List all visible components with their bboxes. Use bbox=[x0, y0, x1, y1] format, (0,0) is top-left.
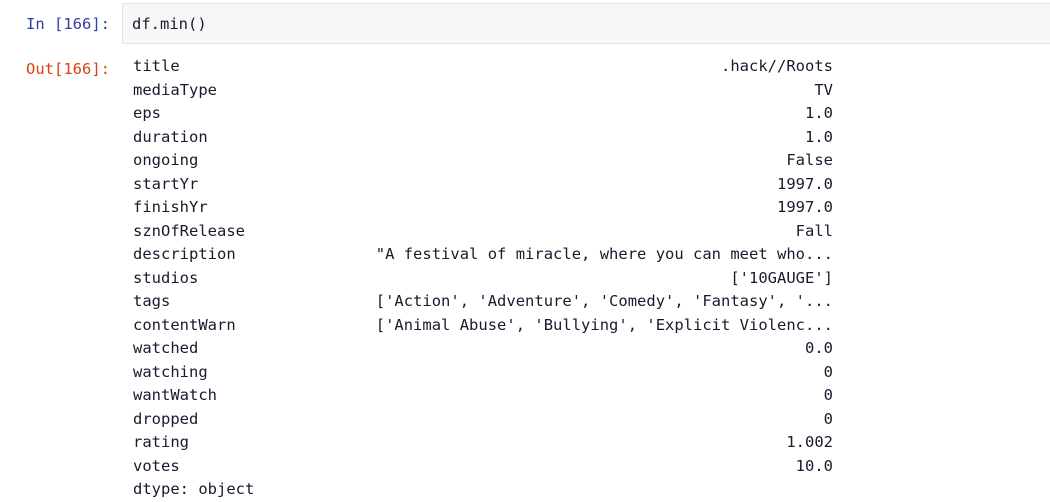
series-row: watching 0 bbox=[133, 361, 833, 385]
input-prompt-label: In [166]: bbox=[26, 15, 110, 33]
series-index-label: rating bbox=[133, 433, 189, 451]
series-index-label: sznOfRelease bbox=[133, 221, 245, 240]
series-index-label: description bbox=[133, 245, 236, 263]
series-value: 1.0 bbox=[805, 127, 833, 146]
series-row: title .hack//Roots bbox=[133, 55, 833, 79]
series-index-label: finishYr bbox=[133, 198, 208, 216]
series-row: contentWarn ['Animal Abuse', 'Bullying', … bbox=[133, 314, 833, 338]
series-value: 0 bbox=[823, 386, 833, 404]
series-value: "A festival of miracle, where you can me… bbox=[375, 245, 833, 263]
series-index-label: dropped bbox=[133, 409, 199, 428]
series-row: description "A festival of miracle, where… bbox=[133, 243, 833, 267]
series-index-label: wantWatch bbox=[133, 386, 217, 404]
series-value: 1997.0 bbox=[777, 198, 833, 216]
series-index-label: eps bbox=[133, 104, 161, 122]
series-row: wantWatch 0 bbox=[133, 384, 833, 408]
series-index-label: contentWarn bbox=[133, 315, 236, 334]
series-value: 1997.0 bbox=[777, 174, 833, 193]
series-value: 0 bbox=[823, 409, 833, 428]
series-value: .hack//Roots bbox=[721, 57, 833, 75]
series-row: finishYr 1997.0 bbox=[133, 196, 833, 220]
series-row: duration 1.0 bbox=[133, 126, 833, 150]
code-cell-input-row: In [166]: df.min() bbox=[0, 0, 1050, 47]
series-value: 10.0 bbox=[795, 456, 833, 475]
output-prompt-label: Out[166]: bbox=[26, 60, 110, 78]
series-index-label: duration bbox=[133, 127, 208, 146]
series-value: ['10GAUGE'] bbox=[730, 268, 833, 287]
cell-output-area: title .hack//Roots mediaType TV eps 1.0 durati… bbox=[133, 55, 833, 502]
code-input-text[interactable]: df.min() bbox=[132, 13, 207, 37]
series-row: studios ['10GAUGE'] bbox=[133, 267, 833, 291]
series-index-label: tags bbox=[133, 292, 171, 310]
series-index-label: ongoing bbox=[133, 151, 199, 169]
series-row: eps 1.0 bbox=[133, 102, 833, 126]
series-index-label: title bbox=[133, 57, 180, 75]
series-index-label: startYr bbox=[133, 174, 199, 193]
series-index-label: watched bbox=[133, 339, 199, 357]
series-row: rating 1.002 bbox=[133, 431, 833, 455]
series-value: Fall bbox=[795, 221, 833, 240]
series-value: TV bbox=[814, 80, 833, 99]
series-value: ['Action', 'Adventure', 'Comedy', 'Fanta… bbox=[375, 292, 833, 310]
jupyter-notebook-cell: In [166]: df.min() Out[166]: title .hack/… bbox=[0, 0, 1050, 502]
series-row: mediaType TV bbox=[133, 79, 833, 103]
series-row: votes 10.0 bbox=[133, 455, 833, 479]
series-index-label: studios bbox=[133, 268, 199, 287]
series-row: tags ['Action', 'Adventure', 'Comedy', 'F… bbox=[133, 290, 833, 314]
series-index-label: watching bbox=[133, 362, 208, 381]
series-row: sznOfRelease Fall bbox=[133, 220, 833, 244]
code-input-editor[interactable]: df.min() bbox=[122, 3, 1050, 44]
series-index-label: votes bbox=[133, 456, 180, 475]
series-dtype-line: dtype: object bbox=[133, 480, 255, 498]
series-value: 0 bbox=[823, 362, 833, 381]
series-index-label: mediaType bbox=[133, 80, 217, 99]
series-value: 1.002 bbox=[786, 433, 833, 451]
series-value: 1.0 bbox=[805, 104, 833, 122]
series-row: ongoing False bbox=[133, 149, 833, 173]
series-value: ['Animal Abuse', 'Bullying', 'Explicit V… bbox=[375, 315, 833, 334]
series-row: dropped 0 bbox=[133, 408, 833, 432]
series-value: False bbox=[786, 151, 833, 169]
series-row: startYr 1997.0 bbox=[133, 173, 833, 197]
series-row: watched 0.0 bbox=[133, 337, 833, 361]
series-value: 0.0 bbox=[805, 339, 833, 357]
